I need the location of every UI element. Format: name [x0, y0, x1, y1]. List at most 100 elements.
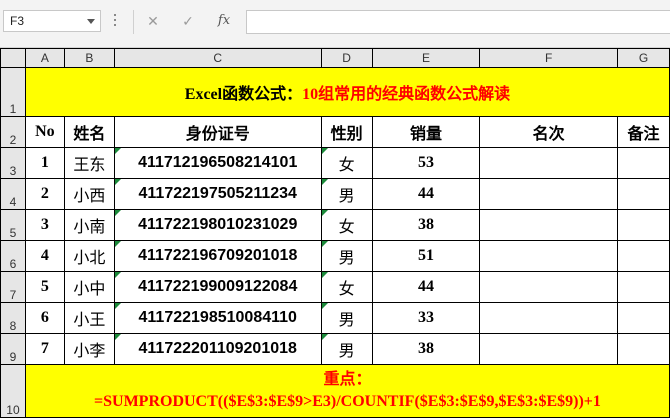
- row-header-5[interactable]: 5: [0, 209, 26, 241]
- cell-name[interactable]: 小北: [63, 240, 115, 272]
- cell-no[interactable]: 2: [24, 178, 65, 210]
- row-header-3[interactable]: 3: [0, 147, 26, 179]
- formula-input[interactable]: [246, 10, 670, 34]
- header-id[interactable]: 身份证号: [113, 116, 322, 148]
- cell-name[interactable]: 小西: [63, 178, 115, 210]
- cell-gender[interactable]: 男: [320, 302, 373, 334]
- row-header-4[interactable]: 4: [0, 178, 26, 210]
- cell-rank[interactable]: [479, 240, 619, 272]
- cell-gender-text: 女: [338, 281, 355, 298]
- header-note[interactable]: 备注: [617, 116, 670, 148]
- select-all-corner[interactable]: [0, 48, 26, 68]
- cell-no[interactable]: 4: [24, 240, 65, 272]
- check-icon[interactable]: ✓: [173, 10, 203, 32]
- cell-name[interactable]: 小李: [63, 333, 115, 365]
- cell-note[interactable]: [617, 209, 670, 241]
- error-indicator-icon: [115, 241, 121, 247]
- header-name[interactable]: 姓名: [63, 116, 115, 148]
- cell-name[interactable]: 小王: [63, 302, 115, 334]
- cell-rank[interactable]: [479, 333, 619, 365]
- title-suffix: 10组常用的经典函数公式解读: [302, 86, 511, 103]
- cell-rank[interactable]: [479, 147, 619, 179]
- cell-no[interactable]: 6: [24, 302, 65, 334]
- header-gender[interactable]: 性别: [320, 116, 373, 148]
- formula-bar: F3 ✕ ✓ fx: [0, 0, 670, 48]
- cell-note[interactable]: [617, 178, 670, 210]
- cell-sales[interactable]: 38: [371, 209, 481, 241]
- table-row: 6 4 小北 411722196709201018 男 51: [0, 240, 670, 272]
- cell-gender-text: 男: [338, 250, 355, 267]
- cell-no[interactable]: 5: [24, 271, 65, 303]
- column-header-b[interactable]: B: [63, 48, 115, 68]
- cell-gender[interactable]: 女: [320, 147, 373, 179]
- cell-sales[interactable]: 44: [371, 178, 481, 210]
- close-icon[interactable]: ✕: [138, 10, 168, 32]
- cell-no[interactable]: 3: [24, 209, 65, 241]
- cell-note[interactable]: [617, 240, 670, 272]
- title-cell[interactable]: Excel函数公式：10组常用的经典函数公式解读: [24, 67, 670, 117]
- cell-rank[interactable]: [479, 302, 619, 334]
- cell-id-text: 411722198510084110: [138, 309, 297, 326]
- cell-no[interactable]: 1: [24, 147, 65, 179]
- column-header-a[interactable]: A: [24, 48, 65, 68]
- fx-icon[interactable]: fx: [209, 10, 239, 32]
- cell-gender[interactable]: 女: [320, 271, 373, 303]
- table-row: 4 2 小西 411722197505211234 男 44: [0, 178, 670, 210]
- cell-rank[interactable]: [479, 178, 619, 210]
- chevron-down-icon[interactable]: [87, 19, 95, 24]
- cell-name[interactable]: 王东: [63, 147, 115, 179]
- error-indicator-icon: [322, 241, 328, 247]
- name-box[interactable]: F3: [3, 10, 101, 32]
- footer-formula-cell[interactable]: 重点： =SUMPRODUCT(($E$3:$E$9>E3)/COUNTIF($…: [24, 364, 670, 418]
- cell-rank[interactable]: [479, 209, 619, 241]
- formula-bar-divider: [133, 10, 134, 34]
- cell-id[interactable]: 411722199009122084: [113, 271, 322, 303]
- cell-no[interactable]: 7: [24, 333, 65, 365]
- row-header-7[interactable]: 7: [0, 271, 26, 303]
- cell-note[interactable]: [617, 147, 670, 179]
- error-indicator-icon: [322, 303, 328, 309]
- column-header-d[interactable]: D: [320, 48, 373, 68]
- column-header-e[interactable]: E: [371, 48, 481, 68]
- cell-id[interactable]: 411722198010231029: [113, 209, 322, 241]
- table-row: 5 3 小南 411722198010231029 女 38: [0, 209, 670, 241]
- cell-name[interactable]: 小中: [63, 271, 115, 303]
- cell-id-text: 411722201109201018: [138, 340, 297, 357]
- error-indicator-icon: [322, 179, 328, 185]
- drag-handle-icon[interactable]: [114, 14, 117, 30]
- cell-gender[interactable]: 女: [320, 209, 373, 241]
- cell-id[interactable]: 411712196508214101: [113, 147, 322, 179]
- cell-id[interactable]: 411722198510084110: [113, 302, 322, 334]
- cell-sales[interactable]: 53: [371, 147, 481, 179]
- cell-sales[interactable]: 51: [371, 240, 481, 272]
- row-header-2[interactable]: 2: [0, 116, 26, 148]
- header-rank[interactable]: 名次: [479, 116, 619, 148]
- error-indicator-icon: [115, 179, 121, 185]
- cell-note[interactable]: [617, 271, 670, 303]
- cell-sales[interactable]: 33: [371, 302, 481, 334]
- row-header-8[interactable]: 8: [0, 302, 26, 334]
- column-header-g[interactable]: G: [617, 48, 670, 68]
- name-box-value: F3: [10, 14, 25, 28]
- column-header-f[interactable]: F: [479, 48, 619, 68]
- cell-gender[interactable]: 男: [320, 333, 373, 365]
- row-header-1[interactable]: 1: [0, 67, 26, 117]
- column-header-c[interactable]: C: [113, 48, 322, 68]
- cell-id[interactable]: 411722197505211234: [113, 178, 322, 210]
- cell-id[interactable]: 411722201109201018: [113, 333, 322, 365]
- cell-rank[interactable]: [479, 271, 619, 303]
- cell-sales[interactable]: 38: [371, 333, 481, 365]
- header-sales[interactable]: 销量: [371, 116, 481, 148]
- cell-note[interactable]: [617, 333, 670, 365]
- row-header-10[interactable]: 10: [0, 364, 26, 418]
- row-header-6[interactable]: 6: [0, 240, 26, 272]
- row-header-9[interactable]: 9: [0, 333, 26, 365]
- cell-id[interactable]: 411722196709201018: [113, 240, 322, 272]
- cell-name[interactable]: 小南: [63, 209, 115, 241]
- cell-gender[interactable]: 男: [320, 240, 373, 272]
- header-no[interactable]: No: [24, 116, 65, 148]
- cell-sales[interactable]: 44: [371, 271, 481, 303]
- cell-note[interactable]: [617, 302, 670, 334]
- cell-gender[interactable]: 男: [320, 178, 373, 210]
- table-row: 9 7 小李 411722201109201018 男 38: [0, 333, 670, 365]
